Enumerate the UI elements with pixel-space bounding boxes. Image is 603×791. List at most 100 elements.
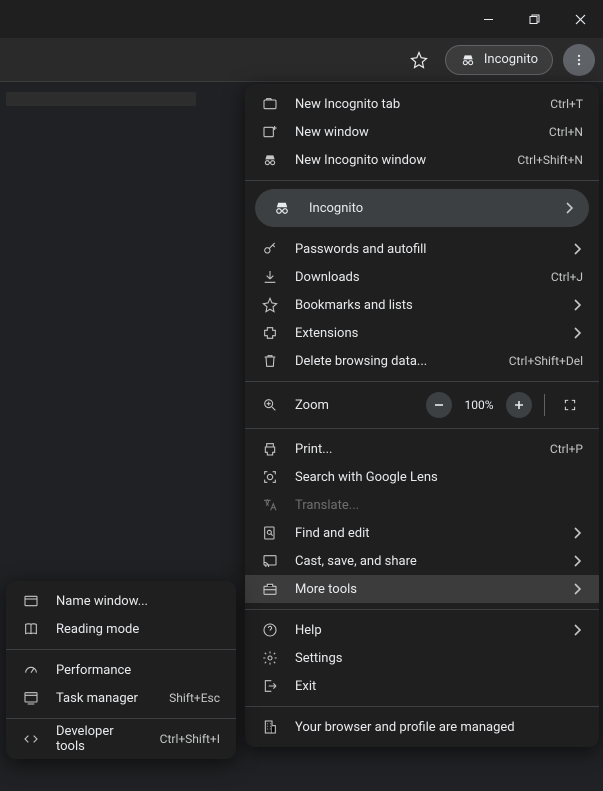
menu-label: Extensions: [295, 326, 557, 341]
bookmark-star-button[interactable]: [403, 44, 435, 76]
menu-shortcut: Ctrl+Shift+I: [160, 732, 220, 746]
menu-bookmarks[interactable]: Bookmarks and lists: [245, 291, 599, 319]
chevron-right-icon: [573, 327, 583, 339]
chevron-right-icon: [573, 555, 583, 567]
minimize-button[interactable]: [465, 0, 511, 38]
chevron-right-icon: [573, 299, 583, 311]
menu-separator: [6, 718, 236, 719]
chevron-right-icon: [573, 583, 583, 595]
chevron-right-icon: [573, 527, 583, 539]
zoom-out-button[interactable]: [426, 392, 452, 418]
window-icon: [22, 592, 40, 610]
download-icon: [261, 268, 279, 286]
close-button[interactable]: [557, 0, 603, 38]
browser-toolbar: Incognito: [0, 38, 603, 82]
chevron-right-icon: [573, 624, 583, 636]
lens-icon: [261, 468, 279, 486]
zoom-divider: [544, 394, 545, 416]
content-placeholder: [6, 92, 196, 106]
menu-new-incognito-window[interactable]: New Incognito window Ctrl+Shift+N: [245, 146, 599, 174]
menu-passwords[interactable]: Passwords and autofill: [245, 235, 599, 263]
menu-more-tools[interactable]: More tools: [245, 575, 599, 603]
menu-extensions[interactable]: Extensions: [245, 319, 599, 347]
menu-help[interactable]: Help: [245, 616, 599, 644]
menu-label: Zoom: [295, 398, 410, 413]
menu-label: Incognito: [309, 201, 549, 216]
submenu-developer-tools[interactable]: Developer tools Ctrl+Shift+I: [6, 725, 236, 753]
menu-label: Delete browsing data...: [295, 354, 493, 369]
menu-label: Downloads: [295, 270, 535, 285]
menu-label: Translate...: [295, 498, 583, 513]
maximize-button[interactable]: [511, 0, 557, 38]
menu-shortcut: Ctrl+N: [549, 125, 583, 139]
menu-label: Search with Google Lens: [295, 470, 583, 485]
menu-downloads[interactable]: Downloads Ctrl+J: [245, 263, 599, 291]
menu-label: New Incognito window: [295, 153, 501, 168]
menu-print[interactable]: Print... Ctrl+P: [245, 435, 599, 463]
incognito-chip-label: Incognito: [484, 52, 538, 67]
menu-shortcut: Shift+Esc: [169, 691, 220, 705]
book-icon: [22, 620, 40, 638]
menu-separator: [245, 381, 599, 382]
star-icon: [261, 296, 279, 314]
find-icon: [261, 524, 279, 542]
menu-shortcut: Ctrl+Shift+Del: [509, 354, 583, 368]
task-manager-icon: [22, 689, 40, 707]
menu-label: Your browser and profile are managed: [295, 720, 583, 735]
menu-delete-browsing-data[interactable]: Delete browsing data... Ctrl+Shift+Del: [245, 347, 599, 375]
gear-icon: [261, 649, 279, 667]
menu-label: Name window...: [56, 594, 220, 609]
cast-icon: [261, 552, 279, 570]
incognito-icon: [271, 197, 293, 219]
menu-label: Help: [295, 623, 557, 638]
menu-shortcut: Ctrl+J: [551, 270, 583, 284]
menu-exit[interactable]: Exit: [245, 672, 599, 700]
menu-label: Developer tools: [56, 724, 144, 754]
menu-separator: [245, 609, 599, 610]
building-icon: [261, 718, 279, 736]
menu-new-incognito-tab[interactable]: New Incognito tab Ctrl+T: [245, 90, 599, 118]
incognito-chip[interactable]: Incognito: [445, 45, 553, 75]
code-icon: [22, 730, 40, 748]
menu-incognito-pill[interactable]: Incognito: [255, 189, 589, 227]
menu-translate: Translate...: [245, 491, 599, 519]
menu-google-lens[interactable]: Search with Google Lens: [245, 463, 599, 491]
menu-new-window[interactable]: New window Ctrl+N: [245, 118, 599, 146]
submenu-reading-mode[interactable]: Reading mode: [6, 615, 236, 643]
key-icon: [261, 240, 279, 258]
tab-icon: [261, 95, 279, 113]
menu-label: Passwords and autofill: [295, 242, 557, 257]
main-menu-button[interactable]: [563, 44, 595, 76]
submenu-name-window[interactable]: Name window...: [6, 587, 236, 615]
menu-managed-notice[interactable]: Your browser and profile are managed: [245, 713, 599, 741]
menu-label: Exit: [295, 679, 583, 694]
menu-zoom: Zoom 100%: [245, 388, 599, 422]
menu-label: More tools: [295, 582, 557, 597]
menu-label: Cast, save, and share: [295, 554, 557, 569]
menu-label: Performance: [56, 663, 220, 678]
zoom-in-button[interactable]: [506, 392, 532, 418]
menu-cast[interactable]: Cast, save, and share: [245, 547, 599, 575]
menu-shortcut: Ctrl+T: [550, 97, 583, 111]
submenu-task-manager[interactable]: Task manager Shift+Esc: [6, 684, 236, 712]
menu-separator: [245, 428, 599, 429]
translate-icon: [261, 496, 279, 514]
menu-separator: [6, 649, 236, 650]
chevron-right-icon: [565, 202, 573, 214]
menu-find[interactable]: Find and edit: [245, 519, 599, 547]
chevron-right-icon: [573, 243, 583, 255]
menu-separator: [245, 706, 599, 707]
menu-label: Settings: [295, 651, 583, 666]
menu-settings[interactable]: Settings: [245, 644, 599, 672]
submenu-performance[interactable]: Performance: [6, 656, 236, 684]
more-tools-submenu: Name window... Reading mode Performance …: [6, 581, 236, 759]
menu-label: Bookmarks and lists: [295, 298, 557, 313]
window-titlebar: [0, 0, 603, 38]
zoom-icon: [261, 397, 279, 413]
menu-shortcut: Ctrl+P: [550, 442, 583, 456]
toolbox-icon: [261, 580, 279, 598]
speedometer-icon: [22, 661, 40, 679]
menu-label: Reading mode: [56, 622, 220, 637]
incognito-icon: [261, 151, 279, 169]
fullscreen-button[interactable]: [557, 392, 583, 418]
